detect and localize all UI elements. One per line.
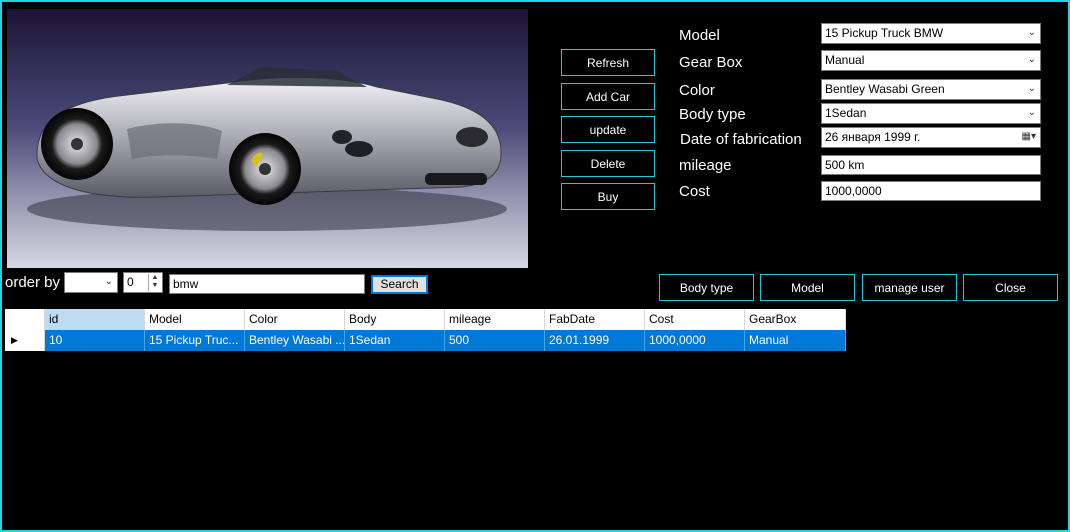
close-button[interactable]: Close xyxy=(963,274,1058,301)
update-button[interactable]: update xyxy=(561,116,655,143)
cars-grid[interactable]: id Model Color Body mileage FabDate Cost… xyxy=(5,309,846,352)
buy-button[interactable]: Buy xyxy=(561,183,655,210)
table-cell[interactable]: 26.01.1999 xyxy=(545,330,645,351)
manage-user-button[interactable]: manage user xyxy=(862,274,957,301)
order-by-label: order by xyxy=(5,274,61,291)
column-header[interactable]: Model xyxy=(145,309,245,330)
spin-arrows-icon[interactable]: ▲ ▼ xyxy=(148,274,161,291)
chevron-down-icon[interactable]: ⌄ xyxy=(1028,83,1036,94)
bodytype-value: 1Sedan xyxy=(825,106,867,120)
numeric-updown[interactable]: 0 ▲ ▼ xyxy=(123,272,163,293)
row-pointer-icon[interactable]: ▶ xyxy=(5,330,45,351)
color-label: Color xyxy=(679,82,715,99)
column-header[interactable]: mileage xyxy=(445,309,545,330)
bodytype-label: Body type xyxy=(679,106,746,123)
color-value: Bentley Wasabi Green xyxy=(825,82,945,96)
numeric-value: 0 xyxy=(127,275,134,289)
date-value: 26 января 1999 г. xyxy=(825,130,921,144)
add-car-button[interactable]: Add Car xyxy=(561,83,655,110)
chevron-down-icon[interactable]: ⌄ xyxy=(1028,107,1036,118)
search-text: bmw xyxy=(173,277,199,291)
table-cell[interactable]: 1Sedan xyxy=(345,330,445,351)
model-combo[interactable]: 15 Pickup Truck BMW ⌄ xyxy=(821,23,1041,44)
chevron-down-icon[interactable]: ⌄ xyxy=(1028,54,1036,65)
body-type-button[interactable]: Body type xyxy=(659,274,754,301)
table-cell[interactable]: 1000,0000 xyxy=(645,330,745,351)
model-button[interactable]: Model xyxy=(760,274,855,301)
cost-value: 1000,0000 xyxy=(825,184,882,198)
main-window: Refresh Add Car update Delete Buy Model … xyxy=(0,0,1070,532)
table-cell[interactable]: 10 xyxy=(45,330,145,351)
column-header[interactable]: GearBox xyxy=(745,309,846,330)
bodytype-combo[interactable]: 1Sedan ⌄ xyxy=(821,103,1041,124)
gearbox-value: Manual xyxy=(825,53,865,67)
column-header[interactable]: id xyxy=(45,309,145,330)
chevron-down-icon[interactable]: ⌄ xyxy=(1028,27,1036,38)
model-value: 15 Pickup Truck BMW xyxy=(825,26,944,40)
table-cell[interactable]: 500 xyxy=(445,330,545,351)
cost-label: Cost xyxy=(679,183,710,200)
model-label: Model xyxy=(679,27,720,44)
table-cell[interactable]: Manual xyxy=(745,330,846,351)
table-cell[interactable]: Bentley Wasabi ... xyxy=(245,330,345,351)
search-input[interactable]: bmw xyxy=(169,274,365,294)
mileage-value: 500 km xyxy=(825,158,865,172)
table-row[interactable]: ▶ 10 15 Pickup Truc... Bentley Wasabi ..… xyxy=(5,330,846,351)
car-photo xyxy=(7,9,528,268)
column-header[interactable]: Color xyxy=(245,309,345,330)
gearbox-combo[interactable]: Manual ⌄ xyxy=(821,50,1041,71)
date-label: Date of fabrication xyxy=(680,131,802,148)
column-header[interactable]: FabDate xyxy=(545,309,645,330)
gearbox-label: Gear Box xyxy=(679,54,743,71)
date-picker[interactable]: 26 января 1999 г. ▦▾ xyxy=(821,127,1041,148)
grid-header: id Model Color Body mileage FabDate Cost… xyxy=(5,309,846,330)
mileage-field[interactable]: 500 km xyxy=(821,155,1041,175)
column-header[interactable]: Body xyxy=(345,309,445,330)
refresh-button[interactable]: Refresh xyxy=(561,49,655,76)
delete-button[interactable]: Delete xyxy=(561,150,655,177)
cost-field[interactable]: 1000,0000 xyxy=(821,181,1041,201)
row-header-corner xyxy=(5,309,45,330)
chevron-down-icon[interactable]: ⌄ xyxy=(105,276,113,287)
mileage-label: mileage xyxy=(679,157,732,174)
search-button[interactable]: Search xyxy=(371,275,428,294)
column-header[interactable]: Cost xyxy=(645,309,745,330)
color-combo[interactable]: Bentley Wasabi Green ⌄ xyxy=(821,79,1041,100)
table-cell[interactable]: 15 Pickup Truc... xyxy=(145,330,245,351)
calendar-icon[interactable]: ▦▾ xyxy=(1022,131,1036,142)
order-by-combo[interactable]: ⌄ xyxy=(64,272,118,293)
